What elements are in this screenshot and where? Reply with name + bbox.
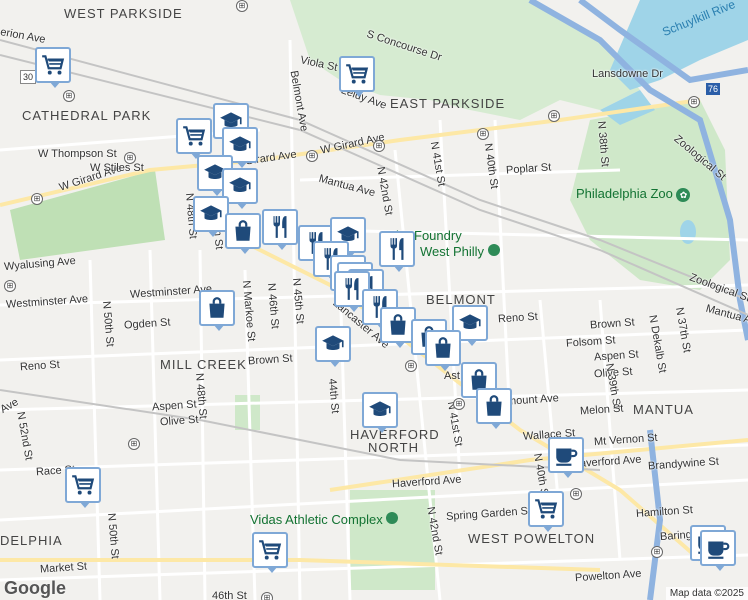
map-marker[interactable] bbox=[339, 56, 375, 97]
area-label: MILL CREEK bbox=[160, 357, 247, 372]
shopping-cart-icon bbox=[70, 472, 96, 498]
shopping-bag-icon bbox=[204, 295, 230, 321]
street-label: 46th St bbox=[212, 590, 247, 600]
transit-stop-icon[interactable]: ⊞ bbox=[261, 592, 273, 600]
area-label: DELPHIA bbox=[0, 533, 63, 548]
transit-stop-icon[interactable]: ⊞ bbox=[128, 438, 140, 450]
transit-stop-icon[interactable]: ⊞ bbox=[477, 128, 489, 140]
transit-stop-icon[interactable]: ⊞ bbox=[4, 280, 16, 292]
route-shield-30: 30 bbox=[20, 70, 37, 84]
street-label: Lansdowne Dr bbox=[592, 68, 663, 80]
map-marker[interactable] bbox=[528, 491, 564, 532]
area-label: WEST PARKSIDE bbox=[64, 6, 183, 21]
school-icon bbox=[227, 173, 253, 199]
poi-label[interactable]: West Philly bbox=[420, 244, 500, 258]
school-icon bbox=[227, 132, 253, 158]
map-attribution[interactable]: Map data ©2025 bbox=[665, 587, 748, 600]
area-label: NORTH bbox=[368, 440, 419, 455]
transit-stop-icon[interactable]: ⊞ bbox=[688, 96, 700, 108]
transit-stop-icon[interactable]: ⊞ bbox=[570, 488, 582, 500]
shopping-bag-icon bbox=[430, 335, 456, 361]
map-marker[interactable] bbox=[700, 530, 736, 571]
area-label: CATHEDRAL PARK bbox=[22, 108, 152, 123]
shopping-cart-icon bbox=[181, 123, 207, 149]
shopping-cart-icon bbox=[533, 496, 559, 522]
zoo-icon: ✿ bbox=[676, 188, 691, 202]
poi-label[interactable]: Philadelphia Zoo ✿ bbox=[576, 187, 691, 202]
transit-stop-icon[interactable]: ⊞ bbox=[453, 398, 465, 410]
school-icon bbox=[320, 331, 346, 357]
street-label: Baring bbox=[659, 528, 693, 544]
transit-stop-icon[interactable]: ⊞ bbox=[548, 110, 560, 122]
map-marker[interactable] bbox=[65, 467, 101, 508]
transit-stop-icon[interactable]: ⊞ bbox=[63, 90, 75, 102]
transit-stop-icon[interactable]: ⊞ bbox=[373, 140, 385, 152]
shopping-bag-icon bbox=[481, 393, 507, 419]
transit-stop-icon[interactable]: ⊞ bbox=[306, 150, 318, 162]
vidas-field bbox=[350, 490, 435, 590]
map-marker[interactable] bbox=[176, 118, 212, 159]
school-icon bbox=[367, 397, 393, 423]
map-marker[interactable] bbox=[199, 290, 235, 331]
shopping-cart-icon bbox=[344, 61, 370, 87]
map-marker[interactable] bbox=[252, 532, 288, 573]
restaurant-icon bbox=[384, 236, 410, 262]
shopping-bag-icon bbox=[385, 312, 411, 338]
poi-pin-icon bbox=[487, 244, 500, 256]
map-marker[interactable] bbox=[193, 196, 229, 237]
map-marker[interactable] bbox=[379, 231, 415, 272]
transit-stop-icon[interactable]: ⊞ bbox=[405, 360, 417, 372]
transit-stop-icon[interactable]: ⊞ bbox=[651, 546, 663, 558]
area-label: MANTUA bbox=[633, 402, 694, 417]
area-label: WEST POWELTON bbox=[468, 531, 596, 546]
transit-stop-icon[interactable]: ⊞ bbox=[236, 0, 248, 12]
map-marker[interactable] bbox=[425, 330, 461, 371]
route-shield-76: 76 bbox=[706, 83, 721, 95]
street-label: W Thompson St bbox=[38, 148, 117, 160]
street-label: Ast bbox=[444, 370, 460, 382]
shopping-cart-icon bbox=[257, 537, 283, 563]
transit-stop-icon[interactable]: ⊞ bbox=[124, 152, 136, 164]
google-logo: Google bbox=[4, 578, 66, 598]
area-label: EAST PARKSIDE bbox=[390, 96, 506, 111]
school-icon bbox=[198, 201, 224, 227]
poi-pin-icon bbox=[386, 512, 399, 524]
coffee-icon bbox=[705, 535, 731, 561]
transit-stop-icon[interactable]: ⊞ bbox=[31, 193, 43, 205]
poi-label[interactable]: Vidas Athletic Complex bbox=[250, 512, 399, 526]
shopping-bag-icon bbox=[230, 218, 256, 244]
map-marker[interactable] bbox=[262, 209, 298, 250]
map-marker[interactable] bbox=[548, 437, 584, 478]
restaurant-icon bbox=[267, 214, 293, 240]
map-marker[interactable] bbox=[35, 47, 71, 88]
map-marker[interactable] bbox=[476, 388, 512, 429]
map-canvas[interactable]: WEST PARKSIDE EAST PARKSIDE CATHEDRAL PA… bbox=[0, 0, 748, 600]
shopping-cart-icon bbox=[40, 52, 66, 78]
street-label: W Stiles St bbox=[90, 162, 144, 174]
map-marker[interactable] bbox=[315, 326, 351, 367]
map-marker[interactable] bbox=[362, 392, 398, 433]
map-marker[interactable] bbox=[225, 213, 261, 254]
coffee-icon bbox=[553, 442, 579, 468]
